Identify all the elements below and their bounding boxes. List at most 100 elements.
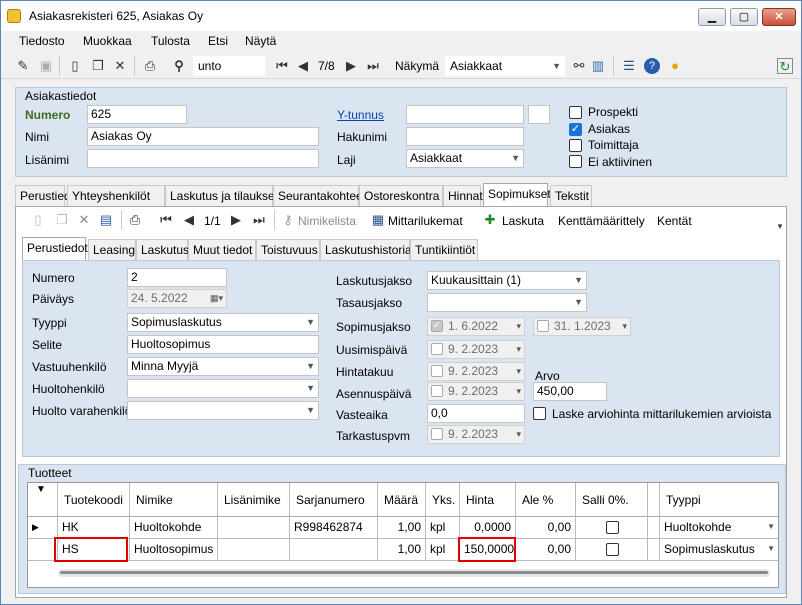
subtab-laskutushistoria[interactable]: Laskutushistoria [320, 239, 412, 261]
grid-menu-icon[interactable]: ▼ [28, 483, 58, 517]
search-input[interactable]: unto [193, 56, 265, 76]
numero-field[interactable]: 625 [87, 105, 187, 124]
col-hinta[interactable]: Hinta [460, 483, 516, 517]
vasteaika-field[interactable]: 0,0 [427, 404, 525, 423]
arvo-field[interactable]: 450,00 [533, 382, 607, 401]
table-row-1-ale[interactable]: 0,00 [516, 517, 576, 539]
menu-tulosta[interactable]: Tulosta [151, 34, 190, 48]
tab-ostoreskontra[interactable]: Ostoreskontra [359, 185, 443, 207]
laske-checkbox[interactable] [533, 407, 546, 420]
last-record-icon[interactable]: ⏭ [251, 212, 267, 228]
scrollbar-thumb[interactable] [60, 571, 768, 574]
new-icon[interactable]: ▯ [67, 58, 83, 74]
list-icon[interactable]: ☰ [621, 58, 637, 74]
col-nimike[interactable]: Nimike [130, 483, 218, 517]
horizontal-scrollbar[interactable] [58, 569, 770, 577]
col-lisanimike[interactable]: Lisänimike [218, 483, 290, 517]
huoltohenkilo-select[interactable]: ▼ [127, 379, 319, 398]
subtab-toistuvuus[interactable]: Toistuvuus [256, 239, 320, 261]
edit-icon[interactable]: ✎ [15, 58, 31, 74]
hakunimi-field[interactable] [406, 127, 524, 146]
view-select[interactable]: Asiakkaat ▼ [445, 56, 565, 76]
minimize-button[interactable]: ▁ [698, 8, 726, 26]
table-row-1-sarjanumero[interactable]: R998462874 [290, 517, 378, 539]
save-icon[interactable]: ▤ [98, 212, 114, 228]
contract-numero-field[interactable]: 2 [127, 268, 227, 287]
asiakas-checkbox[interactable]: ✓ [569, 123, 582, 136]
trash-icon[interactable]: ▥ [590, 58, 606, 74]
col-ale[interactable]: Ale % [516, 483, 576, 517]
col-sarjanumero[interactable]: Sarjanumero [290, 483, 378, 517]
prospekti-checkbox[interactable] [569, 106, 582, 119]
hintatakuu-checkbox[interactable] [431, 365, 443, 377]
next-record-icon[interactable]: ▶ [343, 58, 359, 74]
table-row-2-ale[interactable]: 0,00 [516, 539, 576, 561]
table-row-2-lisanimike[interactable] [218, 539, 290, 561]
tarkastuspvm-checkbox[interactable] [431, 428, 443, 440]
menu-tiedosto[interactable]: Tiedosto [19, 34, 65, 48]
subtab-laskutus[interactable]: Laskutus [136, 239, 189, 261]
table-row-2-nimike[interactable]: Huoltosopimus [130, 539, 218, 561]
last-record-icon[interactable]: ⏭ [365, 58, 381, 74]
tab-yhteyshenkilot[interactable]: Yhteyshenkilöt [67, 185, 165, 207]
table-row-2-tyyppi[interactable]: Sopimuslaskutus ▼ [660, 539, 778, 561]
ytunnus-extra-field[interactable] [528, 105, 550, 124]
tab-laskutus[interactable]: Laskutus ja tilaukset [165, 185, 278, 207]
table-row-2-maara[interactable]: 1,00 [378, 539, 426, 561]
col-tyyppi[interactable]: Tyyppi [660, 483, 778, 517]
table-row-1-salli[interactable] [576, 517, 648, 539]
table-row-1-lisanimike[interactable] [218, 517, 290, 539]
sopimusjakso-end-checkbox[interactable] [537, 320, 549, 332]
tab-sopimukset[interactable]: Sopimukset [483, 183, 551, 207]
tyyppi-select[interactable]: Sopimuslaskutus ▼ [127, 313, 319, 332]
first-record-icon[interactable]: ⏮ [274, 58, 290, 74]
table-row-1-yks[interactable]: kpl [426, 517, 460, 539]
huoltovara-select[interactable]: ▼ [127, 401, 319, 420]
tab-seurantakohteet[interactable]: Seurantakohteet [273, 185, 366, 207]
ytunnus-field[interactable] [406, 105, 524, 124]
tab-perustiedot[interactable]: Perustiedot [15, 185, 81, 207]
toimittaja-checkbox[interactable] [569, 139, 582, 152]
user-icon[interactable]: ● [667, 58, 683, 74]
laji-select[interactable]: Asiakkaat ▼ [406, 149, 524, 168]
subtab-perustiedot[interactable]: Perustiedot [22, 237, 88, 261]
table-row-2-sarjanumero[interactable] [290, 539, 378, 561]
close-button[interactable]: ✕ [762, 8, 796, 26]
overflow-icon[interactable]: ▾ [772, 218, 788, 234]
sopimusjakso-start-checkbox[interactable]: ✓ [431, 320, 443, 332]
table-row-1-tuotekoodi[interactable]: HK [58, 517, 130, 539]
menu-etsi[interactable]: Etsi [208, 34, 228, 48]
table-row-1-nimike[interactable]: Huoltokohde [130, 517, 218, 539]
delete-icon[interactable]: ✕ [76, 212, 92, 228]
ei-aktiivinen-checkbox[interactable] [569, 155, 582, 168]
col-yks[interactable]: Yks. [426, 483, 460, 517]
subtab-leasing[interactable]: Leasing [88, 239, 136, 261]
first-record-icon[interactable]: ⏮ [158, 212, 174, 228]
laskuta-button[interactable]: Laskuta [502, 214, 544, 228]
nimi-field[interactable]: Asiakas Oy [87, 127, 319, 146]
menu-nayta[interactable]: Näytä [245, 34, 276, 48]
refresh-icon[interactable]: ↻ [777, 58, 793, 74]
col-tuotekoodi[interactable]: Tuotekoodi [58, 483, 130, 517]
ytunnus-link[interactable]: Y-tunnus [337, 108, 384, 122]
subtab-muut-tiedot[interactable]: Muut tiedot [188, 239, 256, 261]
kenttamaarittely-button[interactable]: Kenttämäärittely [558, 214, 645, 228]
table-row-1-maara[interactable]: 1,00 [378, 517, 426, 539]
tab-tekstit[interactable]: Tekstit [550, 185, 592, 207]
maximize-button[interactable]: ▢ [730, 8, 758, 26]
print-icon[interactable]: ⎙ [142, 58, 158, 74]
salli-checkbox[interactable] [606, 521, 619, 534]
uusimispaiva-checkbox[interactable] [431, 343, 443, 355]
kentat-button[interactable]: Kentät [657, 214, 692, 228]
table-row-2-salli[interactable] [576, 539, 648, 561]
help-icon[interactable]: ? [644, 58, 660, 74]
copy-icon[interactable]: ❐ [90, 58, 106, 74]
table-row-1-tyyppi[interactable]: Huoltokohde ▼ [660, 517, 778, 539]
link-icon[interactable]: ⚯ [571, 58, 587, 74]
laskutusjakso-select[interactable]: Kuukausittain (1) ▼ [427, 271, 587, 290]
salli-checkbox[interactable] [606, 543, 619, 556]
col-salli[interactable]: Salli 0%. [576, 483, 648, 517]
selite-field[interactable]: Huoltosopimus [127, 335, 319, 354]
copy-icon[interactable]: ❐ [54, 212, 70, 228]
asennuspaiva-checkbox[interactable] [431, 385, 443, 397]
